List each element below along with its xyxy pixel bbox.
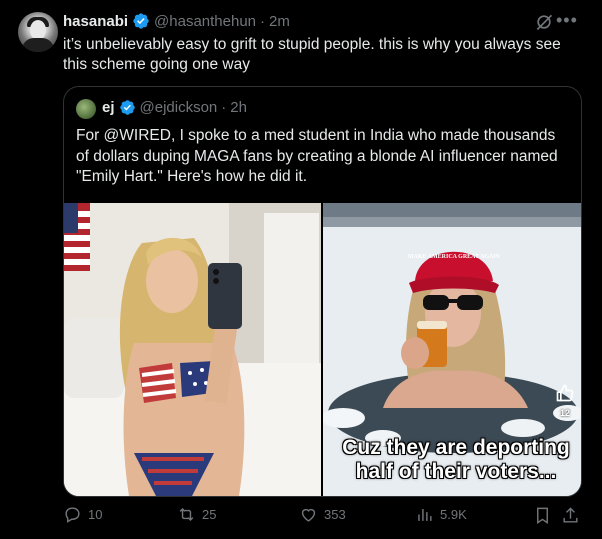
heart-icon (301, 508, 316, 522)
quoted-post-header: ej @ejdickson · 2h (102, 99, 247, 116)
media-image-selfie[interactable] (64, 203, 321, 496)
post-header: hasanabi @hasanthehun · 2m (63, 12, 290, 30)
more-options-icon[interactable]: ••• (556, 10, 577, 30)
view-count: 5.9K (440, 507, 467, 522)
time-separator: · (260, 12, 266, 30)
reply-count: 10 (88, 507, 103, 522)
quoted-post-time[interactable]: 2h (230, 99, 247, 116)
bookmark-icon[interactable] (533, 506, 552, 525)
reply-button[interactable]: 10 (63, 505, 102, 524)
quoted-post-text: For @WIRED, I spoke to a med student in … (76, 127, 558, 185)
meme-caption: Cuz they are deporting half of their vot… (342, 436, 570, 483)
author-handle[interactable]: @hasanthehun (154, 13, 256, 30)
author-avatar[interactable] (18, 12, 58, 52)
like-count: 353 (324, 507, 346, 522)
verified-badge-icon (119, 100, 135, 115)
reply-icon (65, 507, 80, 523)
like-button[interactable]: 353 (299, 505, 346, 524)
time-separator: · (221, 99, 227, 116)
views-button[interactable]: 5.9K (415, 505, 467, 524)
selfie-illustration (64, 203, 321, 496)
share-icon[interactable] (561, 506, 580, 525)
repost-button[interactable]: 25 (177, 505, 216, 524)
hat-text: MAKE AMERICA GREAT AGAIN (408, 254, 501, 260)
verified-badge-icon (133, 13, 149, 29)
author-name[interactable]: hasanabi (63, 13, 128, 30)
post-time[interactable]: 2m (269, 13, 290, 30)
post-text: it’s unbelievably easy to grift to stupi… (63, 36, 561, 73)
repost-count: 25 (202, 507, 217, 522)
views-chart-icon (418, 508, 432, 521)
quoted-media-grid: MAKE AMERICA GREAT AGAIN Cuz they are de… (64, 203, 581, 496)
media-image-ice-bath[interactable]: MAKE AMERICA GREAT AGAIN Cuz they are de… (323, 203, 581, 496)
quoted-author-avatar[interactable] (76, 99, 96, 119)
action-bar: 10 25 353 5.9K (63, 505, 583, 527)
quoted-author-handle[interactable]: @ejdickson (140, 99, 218, 116)
image-like-count: 12 (559, 408, 570, 418)
thumbs-up-icon (556, 384, 574, 402)
repost-icon (179, 507, 194, 522)
grok-icon[interactable] (534, 12, 554, 32)
quoted-post-card[interactable]: ej @ejdickson · 2h For @WIRED, I spoke t… (63, 86, 582, 497)
quoted-author-name[interactable]: ej (102, 99, 115, 116)
